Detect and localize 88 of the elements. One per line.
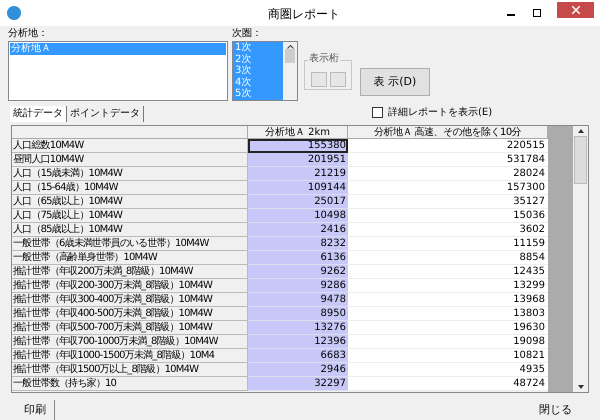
table-cell: 12396	[248, 335, 348, 349]
table-cell: 10821	[348, 349, 548, 363]
scrollbar[interactable]	[283, 42, 297, 100]
scroll-up-icon[interactable]	[578, 129, 584, 133]
sites-label: 分析地：	[8, 28, 49, 40]
table-cell: 201951	[248, 153, 348, 167]
table-cell: 8950	[248, 307, 348, 321]
table-cell: 48724	[348, 377, 548, 391]
ring-item[interactable]: 4次	[233, 76, 283, 88]
table-cell: 8232	[248, 237, 348, 251]
row-header: 推計世帯（年収700-1000万未満_8階級）10M4W	[12, 335, 248, 349]
tab[interactable]: ポイントデータ	[67, 106, 144, 122]
table-cell: 2946	[248, 363, 348, 377]
table-cell: 13276	[248, 321, 348, 335]
table-cell: 13803	[348, 307, 548, 321]
row-header: 昼間人口10M4W	[12, 153, 248, 167]
row-header: 人口（75歳以上）10M4W	[12, 209, 248, 223]
table-cell: 10498	[248, 209, 348, 223]
table-cell: 19630	[348, 321, 548, 335]
table-cell: 25017	[248, 195, 348, 209]
table-cell: 9262	[248, 265, 348, 279]
minimize-icon[interactable]	[507, 14, 515, 16]
table-cell: 9286	[248, 279, 348, 293]
table-cell: 11159	[348, 237, 548, 251]
table-cell: 109144	[248, 181, 348, 195]
table-cell: 13968	[348, 293, 548, 307]
table-cell: 220515	[348, 139, 548, 153]
ring-item[interactable]: 3次	[233, 65, 283, 77]
increase-digits-button[interactable]	[310, 72, 326, 87]
site-item[interactable]: 分析地Ａ	[10, 43, 226, 55]
table-cell: 15036	[348, 209, 548, 223]
sites-listbox[interactable]: 分析地Ａ	[8, 41, 228, 101]
row-header: 人口（15歳未満）10M4W	[12, 167, 248, 181]
row-header: 人口（85歳以上）10M4W	[12, 223, 248, 237]
table-cell: 32297	[248, 377, 348, 391]
row-header: 推計世帯（年収500-700万未満_8階級）10M4W	[12, 321, 248, 335]
scroll-up-icon[interactable]	[286, 45, 294, 49]
app-icon	[7, 6, 21, 20]
row-header: 一般世帯（高齢単身世帯）10M4W	[12, 251, 248, 265]
table-cell: 35127	[348, 195, 548, 209]
row-header: 人口（65歳以上）10M4W	[12, 195, 248, 209]
table-cell: 19098	[348, 335, 548, 349]
ring-item[interactable]: 2次	[233, 54, 283, 66]
show-button[interactable]: 表 示(D)	[360, 68, 430, 96]
rings-label: 次圏：	[232, 28, 263, 40]
table-cell: 21219	[248, 167, 348, 181]
table-cell: 9478	[248, 293, 348, 307]
column-header: 分析地Ａ 2km	[248, 126, 348, 138]
close-button[interactable]	[557, 2, 594, 18]
table-cell: 531784	[348, 153, 548, 167]
row-header: 推計世帯（年収200-300万未満_8階級）10M4W	[12, 279, 248, 293]
close-icon	[572, 6, 580, 14]
detail-checkbox[interactable]	[372, 107, 383, 118]
maximize-icon[interactable]	[533, 9, 541, 17]
row-header: 人口（15-64歳）10M4W	[12, 181, 248, 195]
scrollbar[interactable]	[573, 126, 588, 392]
row-header: 人口総数10M4W	[12, 139, 248, 153]
table-cell: 6136	[248, 251, 348, 265]
table-cell: 28024	[348, 167, 548, 181]
window-title: 商圏レポート	[268, 6, 340, 23]
row-header: 推計世帯（年収200万未満_8階級）10M4W	[12, 265, 248, 279]
row-header: 推計世帯（年収1500万以上_8階級）10M4W	[12, 363, 248, 377]
table-cell: 155380	[248, 139, 348, 153]
ring-item[interactable]: 5次	[233, 88, 283, 100]
scroll-down-icon[interactable]	[578, 385, 584, 389]
table-cell: 13299	[348, 279, 548, 293]
tab[interactable]: 統計データ	[10, 106, 67, 122]
scroll-thumb[interactable]	[285, 49, 295, 63]
row-header: 推計世帯（年収300-400万未満_8階級）10M4W	[12, 293, 248, 307]
row-header: 一般世帯数（持ち家）10	[12, 377, 248, 391]
close-dialog-button[interactable]: 閉じる	[527, 400, 584, 420]
table-cell: 6683	[248, 349, 348, 363]
digits-label: 表示桁	[308, 53, 340, 65]
table-cell: 4935	[348, 363, 548, 377]
ring-item[interactable]: 1次	[233, 42, 283, 54]
rings-listbox[interactable]: 1次 2次 3次 4次 5次	[232, 41, 298, 101]
detail-checkbox-label: 詳細レポートを表示(E)	[388, 106, 492, 120]
row-header: 一般世帯（6歳未満世帯員のいる世帯）10M4W	[12, 237, 248, 251]
table-cell: 157300	[348, 181, 548, 195]
table-cell: 8854	[348, 251, 548, 265]
table-cell: 2416	[248, 223, 348, 237]
row-header: 推計世帯（年収1000-1500万未満_8階級）10M4	[12, 349, 248, 363]
table-cell: 3602	[348, 223, 548, 237]
print-button[interactable]: 印刷	[16, 400, 55, 420]
decrease-digits-button[interactable]	[330, 72, 346, 87]
table-cell: 12435	[348, 265, 548, 279]
scroll-thumb[interactable]	[574, 136, 587, 184]
row-header: 推計世帯（年収400-500万未満_8階級）10M4W	[12, 307, 248, 321]
